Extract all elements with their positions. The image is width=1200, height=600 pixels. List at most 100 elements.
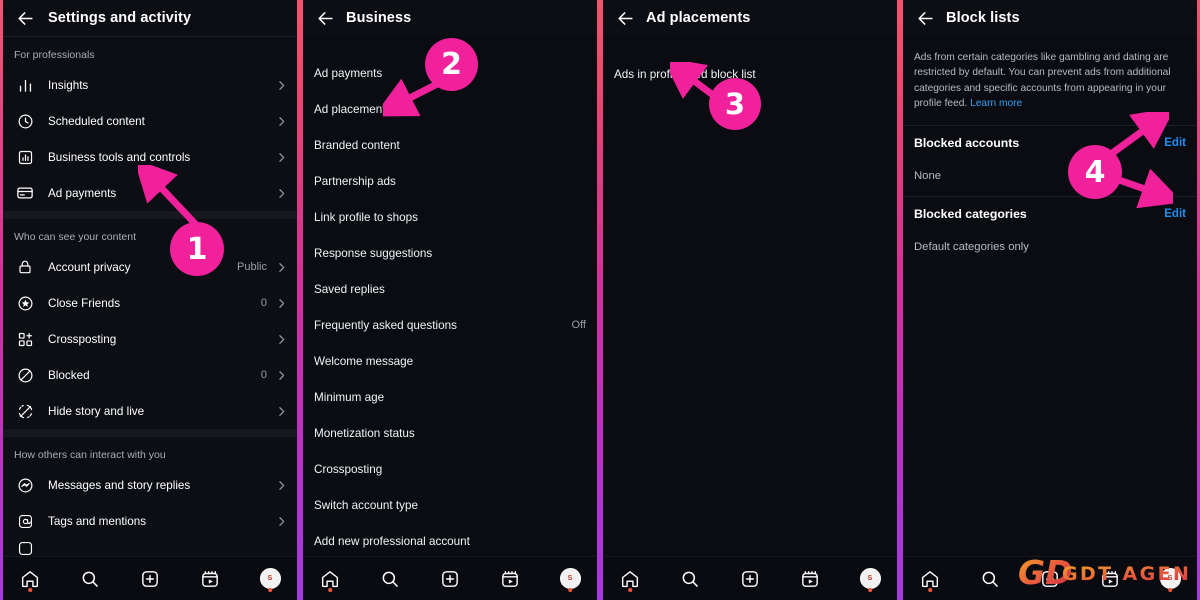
panel-block-lists: Block lists Ads from certain categories … [900, 0, 1200, 600]
reels-icon[interactable] [497, 566, 523, 592]
annotation-badge-1: 1 [170, 222, 224, 276]
annotation-badge-4: 4 [1068, 145, 1122, 199]
item-label: Monetization status [314, 426, 415, 440]
badge-number: 1 [186, 231, 208, 267]
notification-dot [568, 588, 572, 592]
list-item-add-new-professional-account[interactable]: Add new professional account [300, 523, 600, 559]
list-item-monetization-status[interactable]: Monetization status [300, 415, 600, 451]
panel-divider-2 [597, 0, 603, 600]
back-arrow-icon[interactable] [312, 5, 338, 31]
list-item-branded-content[interactable]: Branded content [300, 127, 600, 163]
learn-more-link[interactable]: Learn more [970, 98, 1022, 109]
star-circle-icon [14, 292, 36, 314]
row-label: Tags and mentions [48, 514, 147, 528]
sidebar-item-blocked[interactable]: Blocked 0 [0, 357, 300, 393]
edit-blocked-accounts-button[interactable]: Edit [1164, 137, 1186, 149]
home-icon[interactable] [317, 566, 343, 592]
sidebar-item-insights[interactable]: Insights [0, 67, 300, 103]
notification-dot [868, 588, 872, 592]
item-label: Response suggestions [314, 246, 433, 260]
list-item-welcome-message[interactable]: Welcome message [300, 343, 600, 379]
edit-blocked-categories-button[interactable]: Edit [1164, 208, 1186, 220]
home-icon[interactable] [17, 566, 43, 592]
blocked-accounts-value: None [914, 170, 942, 183]
avatar: S [1159, 568, 1181, 589]
item-label: Ad placements [314, 102, 392, 116]
sidebar-item-crossposting[interactable]: Crossposting [0, 321, 300, 357]
sidebar-item-hide-story-and-live[interactable]: Hide story and live [0, 393, 300, 429]
notification-dot [28, 588, 32, 592]
row-label: Scheduled content [48, 114, 145, 128]
create-icon[interactable] [737, 566, 763, 592]
panel-divider-3 [897, 0, 903, 600]
back-arrow-icon[interactable] [12, 5, 38, 31]
reels-icon[interactable] [797, 566, 823, 592]
list-item-ad-placements[interactable]: Ad placements [300, 91, 600, 127]
partial-icon [14, 539, 36, 557]
profile-avatar-icon[interactable]: S [1157, 566, 1183, 592]
row-label: Hide story and live [48, 404, 145, 418]
profile-avatar-icon[interactable]: S [557, 566, 583, 592]
sidebar-item-tags-and-mentions[interactable]: Tags and mentions [0, 503, 300, 539]
list-item-frequently-asked-questions[interactable]: Frequently asked questions Off [300, 307, 600, 343]
list-item-minimum-age[interactable]: Minimum age [300, 379, 600, 415]
sidebar-item-account-privacy[interactable]: Account privacy Public [0, 249, 300, 285]
reels-icon[interactable] [1097, 566, 1123, 592]
notification-dot [268, 588, 272, 592]
list-item-response-suggestions[interactable]: Response suggestions [300, 235, 600, 271]
search-icon[interactable] [77, 566, 103, 592]
search-icon[interactable] [977, 566, 1003, 592]
list-item-crossposting[interactable]: Crossposting [300, 451, 600, 487]
list-item-switch-account-type[interactable]: Switch account type [300, 487, 600, 523]
search-icon[interactable] [377, 566, 403, 592]
hide-story-icon [14, 400, 36, 422]
row-label: Close Friends [48, 296, 121, 310]
avatar: S [859, 568, 881, 589]
home-icon[interactable] [917, 566, 943, 592]
screenshot-root: Settings and activity For professionals … [0, 0, 1200, 600]
sidebar-item-close-friends[interactable]: Close Friends 0 [0, 285, 300, 321]
page-title: Ad placements [646, 10, 751, 26]
sidebar-item-scheduled-content[interactable]: Scheduled content [0, 103, 300, 139]
block-lists-description: Ads from certain categories like gamblin… [900, 36, 1200, 111]
item-label: Add new professional account [314, 534, 470, 548]
item-label: Partnership ads [314, 174, 396, 188]
list-item-link-profile-to-shops[interactable]: Link profile to shops [300, 199, 600, 235]
block-icon [14, 364, 36, 386]
row-label: Ad payments [48, 186, 117, 200]
item-label: Crossposting [314, 462, 383, 476]
home-icon[interactable] [617, 566, 643, 592]
row-value: 0 [260, 369, 267, 381]
page-title: Settings and activity [48, 10, 192, 26]
bottom-nav: S [0, 556, 300, 600]
sidebar-item-messages-and-story-replies[interactable]: Messages and story replies [0, 467, 300, 503]
back-arrow-icon[interactable] [612, 5, 638, 31]
back-arrow-icon[interactable] [912, 5, 938, 31]
sidebar-item-business-tools-and-controls[interactable]: Business tools and controls [0, 139, 300, 175]
create-icon[interactable] [437, 566, 463, 592]
profile-avatar-icon[interactable]: S [257, 566, 283, 592]
create-icon[interactable] [1037, 566, 1063, 592]
avatar: S [559, 568, 581, 589]
profile-avatar-icon[interactable]: S [857, 566, 883, 592]
chevron-right-icon [275, 333, 288, 346]
chart-box-icon [14, 146, 36, 168]
reels-icon[interactable] [197, 566, 223, 592]
item-label: Saved replies [314, 282, 385, 296]
blocked-accounts-row: Blocked accounts Edit [900, 126, 1200, 160]
bottom-nav: S [900, 556, 1200, 600]
list-item-partnership-ads[interactable]: Partnership ads [300, 163, 600, 199]
create-icon[interactable] [137, 566, 163, 592]
search-icon[interactable] [677, 566, 703, 592]
item-label: Frequently asked questions [314, 318, 457, 332]
row-label: Blocked [48, 368, 90, 382]
section-separator [0, 211, 300, 219]
annotation-badge-3: 3 [709, 78, 761, 130]
list-item-saved-replies[interactable]: Saved replies [300, 271, 600, 307]
sidebar-item-ad-payments[interactable]: Ad payments [0, 175, 300, 211]
section-separator [0, 429, 300, 437]
panel1-header: Settings and activity [0, 0, 300, 36]
panel3-header: Ad placements [600, 0, 900, 36]
bottom-nav: S [300, 556, 600, 600]
sidebar-item-partial-cutoff[interactable] [0, 539, 300, 557]
